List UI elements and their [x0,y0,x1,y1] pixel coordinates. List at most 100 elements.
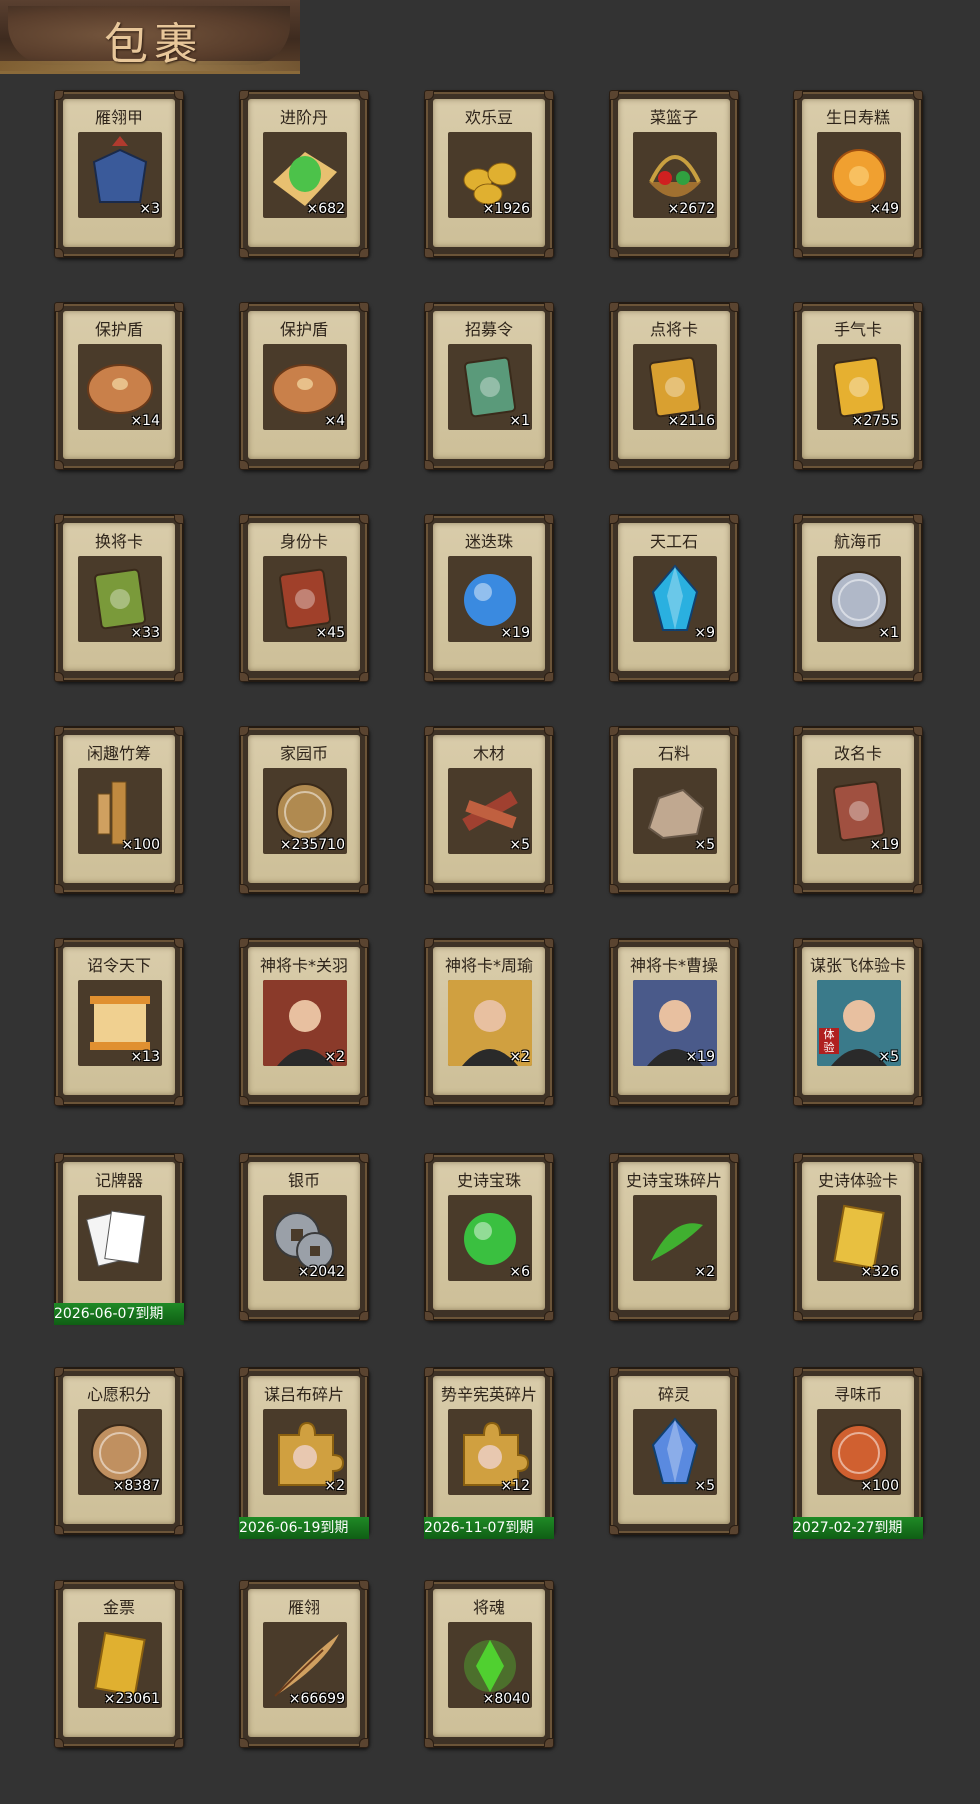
item-name: 点将卡 [649,320,698,339]
inventory-item-card[interactable]: 菜篮子 ×2672 [609,90,739,258]
item-count: ×5 [694,837,715,853]
inventory-item-card[interactable]: 神将卡*关羽 ×2 [239,938,369,1106]
gold-ticket-icon: ×23061 [78,1622,162,1708]
card-corner [424,938,434,948]
card-corner [174,514,184,524]
inventory-item-card[interactable]: 保护盾 ×4 [239,302,369,470]
inventory-item-card[interactable]: 石料 ×5 [609,726,739,894]
inventory-item-card[interactable]: 迷迭珠 ×19 [424,514,554,682]
inventory-item-card[interactable]: 将魂 ×8040 [424,1580,554,1748]
card-corner [793,514,803,524]
card-corner [174,1738,184,1748]
item-count: ×23061 [103,1691,160,1707]
card-corner [424,1311,434,1321]
inventory-item-card[interactable]: 点将卡 ×2116 [609,302,739,470]
item-name: 天工石 [649,532,698,551]
inventory-item-card[interactable]: 家园币 ×235710 [239,726,369,894]
item-name: 心愿积分 [86,1385,151,1404]
item-count: ×12 [500,1478,530,1494]
inventory-item-card[interactable]: 闲趣竹筹 ×100 [54,726,184,894]
item-count: ×2672 [667,201,715,217]
card-corner [609,884,619,894]
item-count: ×2 [324,1049,345,1065]
card-corner [424,1367,434,1377]
card-corner [174,302,184,312]
inventory-item-card[interactable]: 生日寿糕 ×49 [793,90,923,258]
card-corner [54,1580,64,1590]
card-corner [174,938,184,948]
card-corner [913,1311,923,1321]
card-corner [729,1096,739,1106]
card-corner [174,884,184,894]
card-corner [913,302,923,312]
inventory-item-card[interactable]: 进阶丹 ×682 [239,90,369,258]
card-corner [609,1367,619,1377]
armor-icon: ×3 [78,132,162,218]
item-name: 进阶丹 [279,108,328,127]
card-corner [913,1153,923,1163]
card-corner [609,1311,619,1321]
card-corner [793,1153,803,1163]
card-corner [359,460,369,470]
card-corner [544,1738,554,1748]
item-count: ×13 [130,1049,160,1065]
inventory-item-card[interactable]: 银币 ×2042 [239,1153,369,1321]
inventory-item-card[interactable]: 寻味币 ×100 2027-02-27到期 [793,1367,923,1539]
inventory-item-card[interactable]: 雁翎 ×66699 [239,1580,369,1748]
inventory-item-card[interactable]: 保护盾 ×14 [54,302,184,470]
inventory-item-card[interactable]: 换将卡 ×33 [54,514,184,682]
card-corner [359,248,369,258]
inventory-item-card[interactable]: 改名卡 ×19 [793,726,923,894]
bronze-coin-icon: ×235710 [263,768,347,854]
card-corner [793,1367,803,1377]
heart-coin-icon: ×8387 [78,1409,162,1495]
playing-cards-icon [78,1195,162,1281]
card-corner [913,726,923,736]
inventory-item-card[interactable]: 诏令天下 ×13 [54,938,184,1106]
card-corner [174,726,184,736]
inventory-item-card[interactable]: 碎灵 ×5 [609,1367,739,1535]
inventory-item-card[interactable]: 记牌器 2026-06-07到期 [54,1153,184,1325]
inventory-item-card[interactable]: 神将卡*周瑜 ×2 [424,938,554,1106]
card-corner [54,726,64,736]
inventory-item-card[interactable]: 欢乐豆 ×1926 [424,90,554,258]
inventory-item-card[interactable]: 手气卡 ×2755 [793,302,923,470]
inventory-item-card[interactable]: 史诗宝珠 ×6 [424,1153,554,1321]
card-corner [544,884,554,894]
inventory-item-card[interactable]: 史诗体验卡 ×326 [793,1153,923,1321]
card-corner [424,672,434,682]
inventory-item-card[interactable]: 天工石 ×9 [609,514,739,682]
shield-icon: ×14 [78,344,162,430]
item-count: ×19 [869,837,899,853]
card-corner [359,1367,369,1377]
card-corner [609,938,619,948]
card-corner [609,248,619,258]
card-corner [424,1153,434,1163]
card-corner [424,1096,434,1106]
inventory-item-card[interactable]: 身份卡 ×45 [239,514,369,682]
inventory-item-card[interactable]: 谋吕布碎片 ×2 2026-06-19到期 [239,1367,369,1539]
item-count: ×235710 [279,837,345,853]
card-corner [239,1738,249,1748]
item-name: 欢乐豆 [464,108,513,127]
inventory-item-card[interactable]: 心愿积分 ×8387 [54,1367,184,1535]
card-corner [793,460,803,470]
inventory-item-card[interactable]: 航海币 ×1 [793,514,923,682]
inventory-item-card[interactable]: 木材 ×5 [424,726,554,894]
card-corner [793,90,803,100]
inventory-item-card[interactable]: 招募令 ×1 [424,302,554,470]
card-corner [174,1525,184,1535]
inventory-item-card[interactable]: 谋张飞体验卡 体验 ×5 [793,938,923,1106]
item-count: ×100 [121,837,160,853]
card-corner [54,938,64,948]
inventory-item-card[interactable]: 金票 ×23061 [54,1580,184,1748]
inventory-item-card[interactable]: 史诗宝珠碎片 ×2 [609,1153,739,1321]
item-count: ×2 [694,1264,715,1280]
puzzle-lvbu-icon: ×2 [263,1409,347,1495]
inventory-item-card[interactable]: 雁翎甲 ×3 [54,90,184,258]
card-corner [609,514,619,524]
inventory-item-card[interactable]: 势辛宪英碎片 ×12 2026-11-07到期 [424,1367,554,1539]
inventory-item-card[interactable]: 神将卡*曹操 ×19 [609,938,739,1106]
portrait-caocao-icon: ×19 [633,980,717,1066]
item-count: ×1 [509,413,530,429]
